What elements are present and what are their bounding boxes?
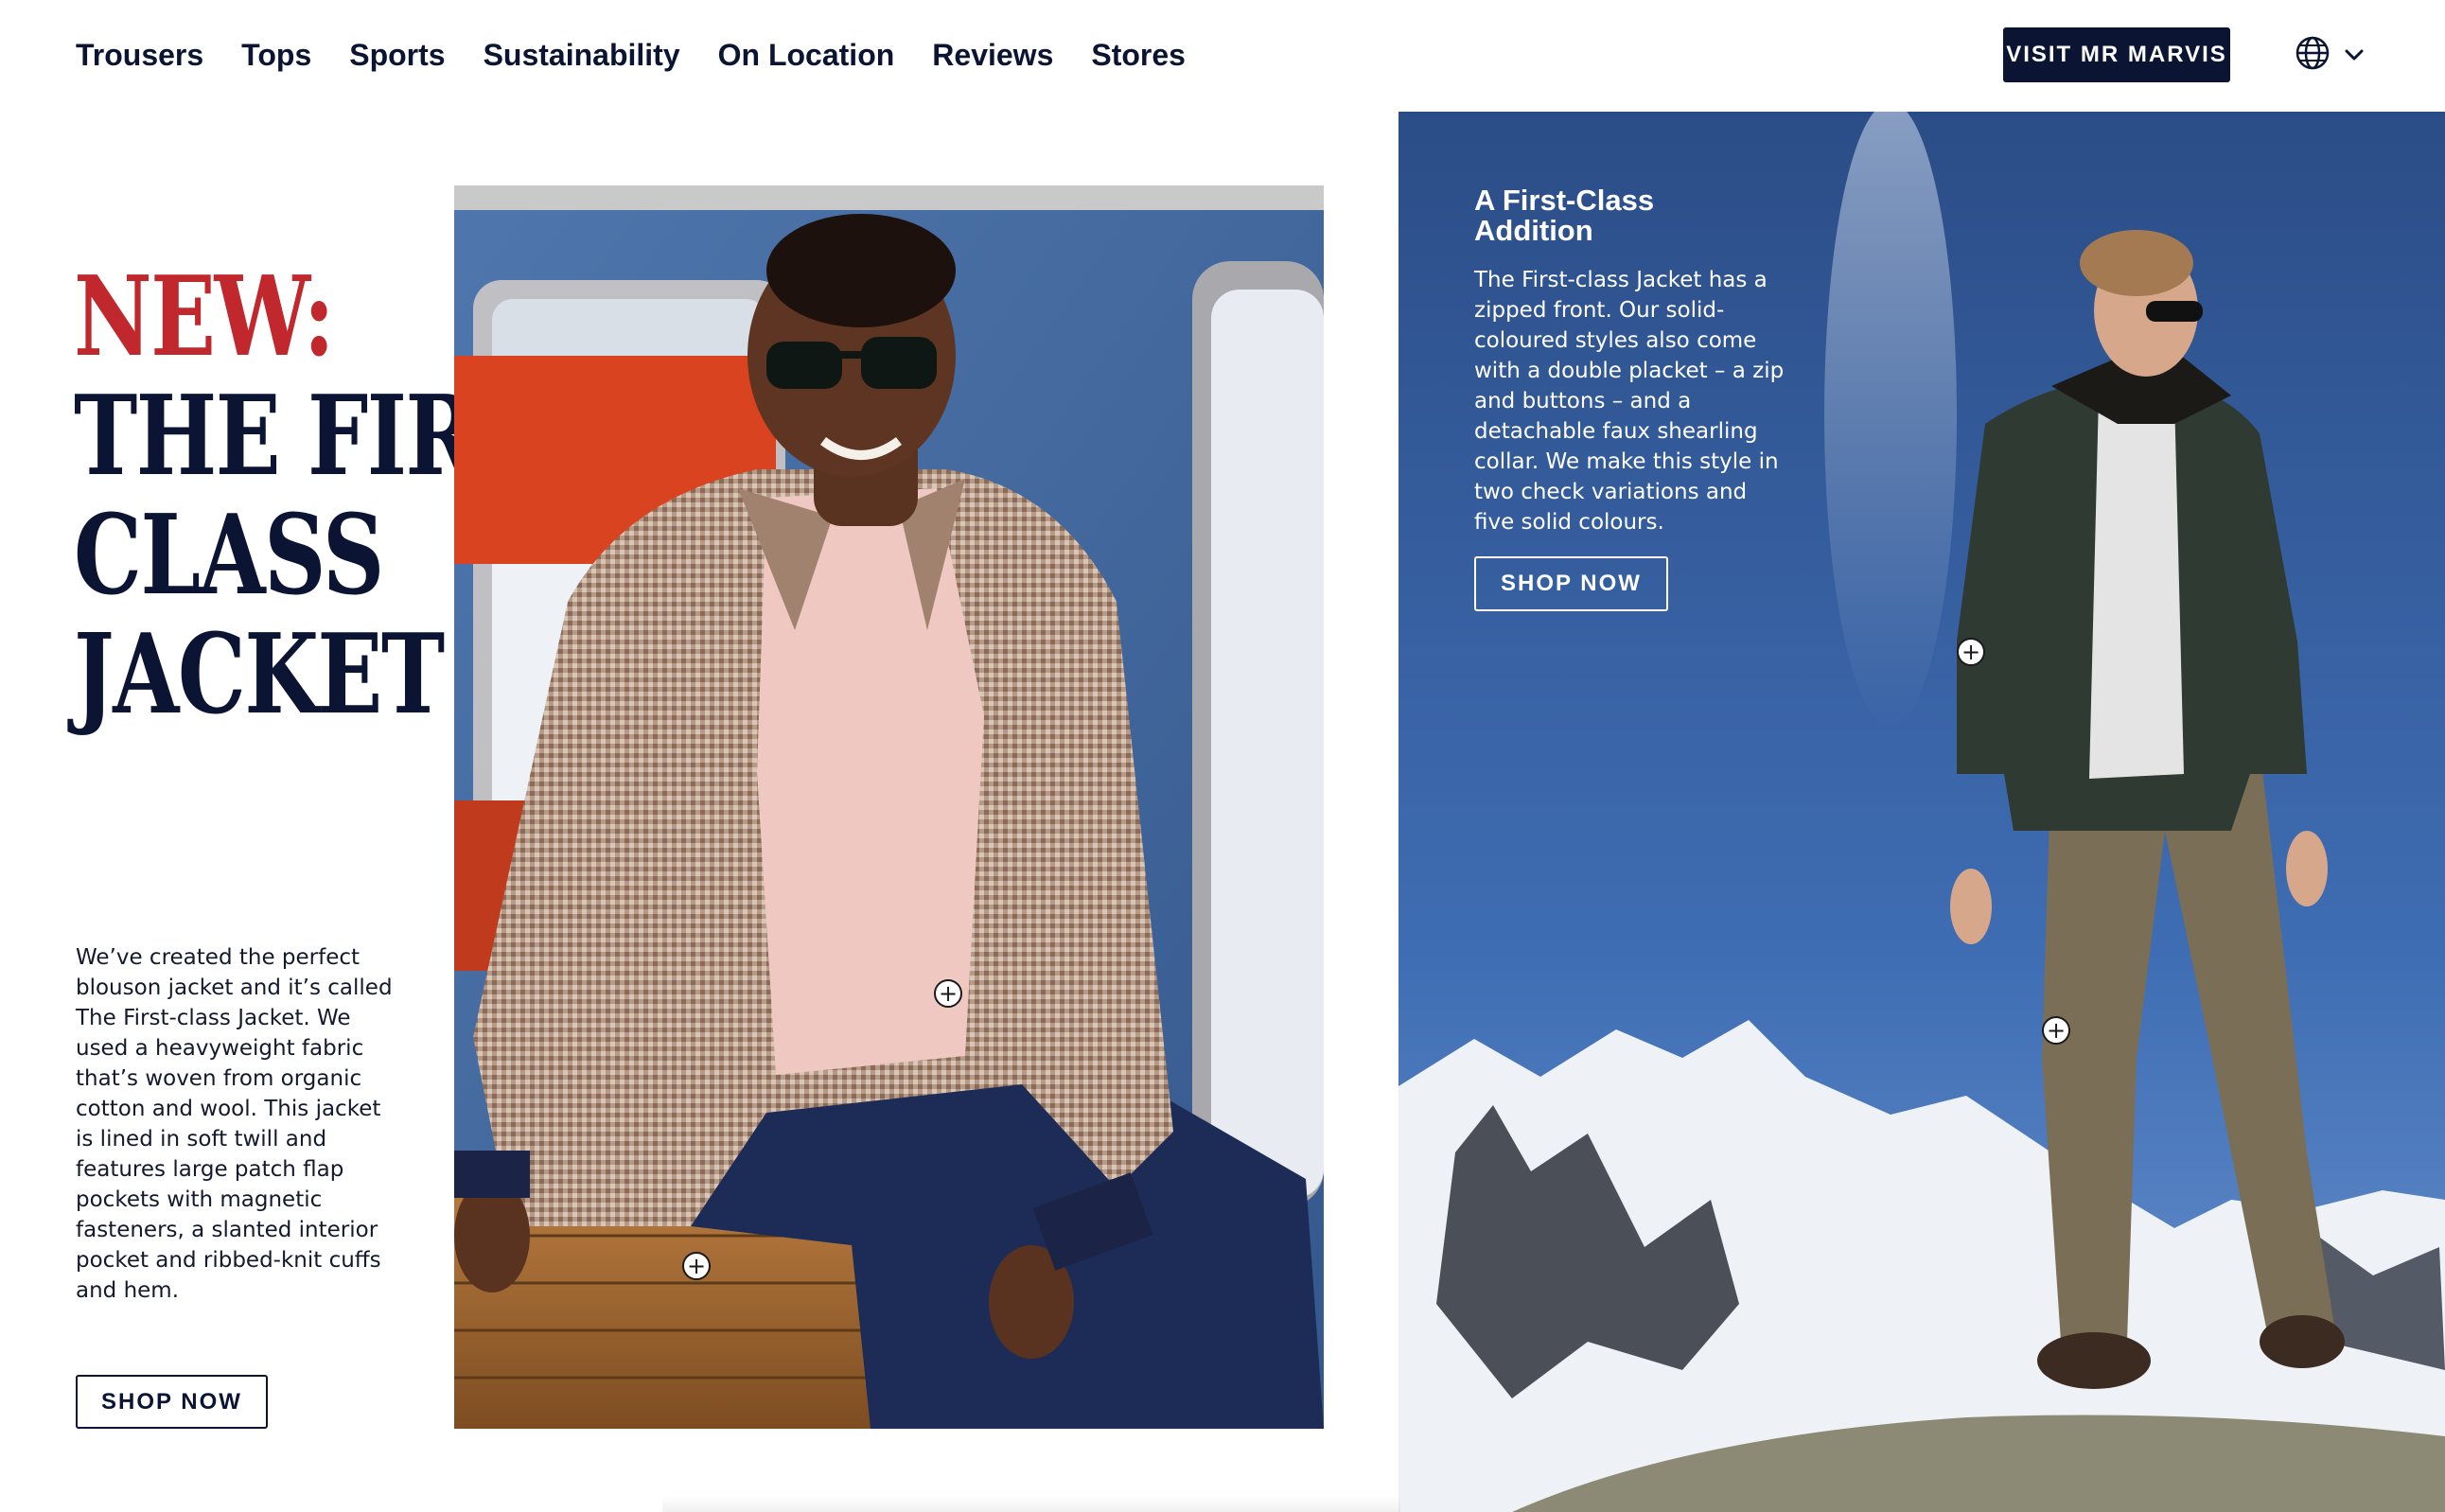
nav-item-reviews[interactable]: Reviews bbox=[932, 34, 1053, 76]
product-hotspot-trousers[interactable]: + bbox=[2042, 1016, 2070, 1045]
nav-item-tops[interactable]: Tops bbox=[241, 34, 311, 76]
shop-now-button-right[interactable]: SHOP NOW bbox=[1474, 556, 1668, 611]
bottom-shadow-divider bbox=[662, 1495, 1400, 1512]
nav-item-trousers[interactable]: Trousers bbox=[76, 34, 203, 76]
globe-icon[interactable] bbox=[2294, 34, 2331, 72]
jacket-photo-gondola bbox=[454, 185, 1324, 1429]
hero-intro-text: We’ve created the perfect blouson jacket… bbox=[76, 945, 393, 1303]
main-nav: Trousers Tops Sports Sustainability On L… bbox=[76, 34, 1223, 76]
product-hotspot-sweater[interactable]: + bbox=[934, 979, 962, 1008]
nav-item-sustainability[interactable]: Sustainability bbox=[484, 34, 680, 76]
site-header: Trousers Tops Sports Sustainability On L… bbox=[0, 0, 2445, 112]
nav-item-on-location[interactable]: On Location bbox=[718, 34, 895, 76]
nav-item-sports[interactable]: Sports bbox=[349, 34, 445, 76]
feature-body-text: The First-class Jacket has a zipped fron… bbox=[1474, 268, 1785, 535]
shop-now-button-left[interactable]: SHOP NOW bbox=[76, 1375, 268, 1429]
product-hotspot-jacket[interactable]: + bbox=[1957, 638, 1985, 666]
feature-heading: A First-Class Addition bbox=[1474, 184, 1655, 247]
product-hotspot-jeans[interactable]: + bbox=[682, 1252, 711, 1280]
nav-item-stores[interactable]: Stores bbox=[1091, 34, 1186, 76]
visit-mr-marvis-button[interactable]: VISIT MR MARVIS bbox=[2003, 27, 2230, 82]
gondola-scene-illustration bbox=[454, 185, 1324, 1429]
chevron-down-icon[interactable] bbox=[2343, 44, 2366, 66]
